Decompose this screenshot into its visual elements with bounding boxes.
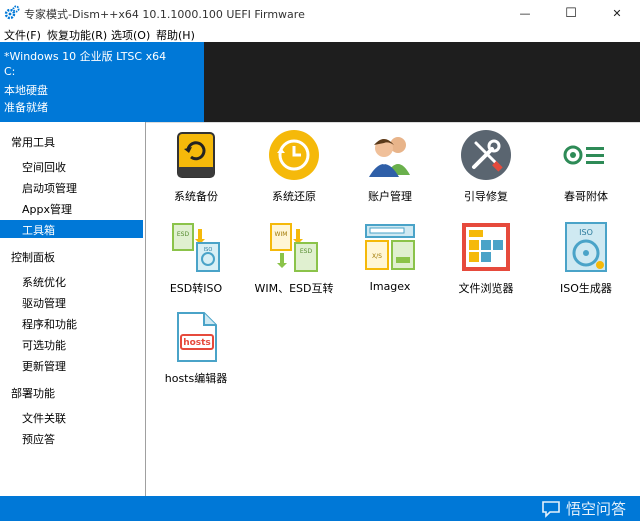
backup-drive-icon bbox=[177, 132, 215, 178]
tool-account-manager[interactable]: 账户管理 bbox=[340, 125, 440, 205]
os-name: *Windows 10 企业版 LTSC x64 bbox=[4, 50, 167, 63]
tool-system-backup[interactable]: 系统备份 bbox=[146, 125, 246, 205]
tool-system-restore[interactable]: 系统还原 bbox=[244, 125, 344, 205]
minimize-button[interactable]: — bbox=[502, 0, 548, 26]
toolbox-panel: 系统备份 系统还原 账户管理 引导修复 春哥附体 ESD ISO ESD转ISO… bbox=[146, 122, 640, 497]
sidebar-group-control-panel: 控制面板 bbox=[11, 251, 55, 264]
esd-to-iso-icon: ESD ISO bbox=[172, 223, 220, 272]
title-bar: 专家模式-Dism++x64 10.1.1000.100 UEFI Firmwa… bbox=[0, 0, 640, 26]
svg-text:ESD: ESD bbox=[177, 231, 190, 238]
menu-recovery[interactable]: 恢复功能(R) bbox=[47, 27, 107, 43]
menu-help[interactable]: 帮助(H) bbox=[156, 27, 195, 43]
sidebar-item-appx[interactable]: Appx管理 bbox=[0, 199, 143, 217]
tool-chunge-fuiti[interactable]: 春哥附体 bbox=[536, 125, 636, 205]
chat-bubble-icon bbox=[542, 500, 560, 518]
wim-esd-convert-icon: WIM ESD bbox=[270, 223, 318, 272]
sidebar-group-common-tools: 常用工具 bbox=[11, 136, 55, 149]
tool-boot-repair[interactable]: 引导修复 bbox=[436, 125, 536, 205]
tool-esd-to-iso[interactable]: ESD ISO ESD转ISO bbox=[146, 217, 246, 297]
svg-text:WIM: WIM bbox=[275, 231, 288, 238]
tools-wrench-icon bbox=[461, 130, 511, 180]
sidebar-item-space-cleanup[interactable]: 空间回收 bbox=[0, 157, 143, 175]
svg-text:X/S: X/S bbox=[372, 253, 382, 260]
watermark: 悟空问答 bbox=[541, 498, 626, 519]
restore-clock-icon bbox=[269, 130, 319, 180]
window-title: 专家模式-Dism++x64 10.1.1000.100 UEFI Firmwa… bbox=[24, 8, 305, 21]
tool-wim-esd-convert[interactable]: WIM ESD WIM、ESD互转 bbox=[244, 217, 344, 297]
sidebar-item-drivers[interactable]: 驱动管理 bbox=[0, 293, 143, 311]
menu-options[interactable]: 选项(O) bbox=[111, 27, 150, 43]
gear-icon bbox=[4, 5, 20, 20]
svg-text:ISO: ISO bbox=[204, 247, 213, 253]
hosts-file-icon: hosts bbox=[177, 312, 217, 362]
status-text: 准备就绪 bbox=[4, 101, 48, 114]
svg-text:ISO: ISO bbox=[579, 228, 593, 237]
users-icon bbox=[369, 137, 410, 177]
sidebar-item-file-assoc[interactable]: 文件关联 bbox=[0, 408, 143, 426]
sidebar-item-answer-file[interactable]: 预应答 bbox=[0, 429, 143, 447]
toggle-settings-icon bbox=[563, 145, 604, 165]
tool-iso-generator[interactable]: ISO ISO生成器 bbox=[536, 217, 636, 297]
sidebar-item-programs[interactable]: 程序和功能 bbox=[0, 314, 143, 332]
image-info-bar: *Windows 10 企业版 LTSC x64 C: 本地硬盘 准备就绪 bbox=[0, 42, 640, 122]
tool-file-browser[interactable]: 文件浏览器 bbox=[436, 217, 536, 297]
tool-hosts-editor[interactable]: hosts hosts编辑器 bbox=[146, 307, 246, 387]
drive-letter: C: bbox=[4, 65, 16, 78]
menu-file[interactable]: 文件(F) bbox=[4, 27, 41, 43]
sidebar-item-startup[interactable]: 启动项管理 bbox=[0, 178, 143, 196]
sidebar-item-updates[interactable]: 更新管理 bbox=[0, 356, 143, 374]
disk-type: 本地硬盘 bbox=[4, 84, 48, 97]
sidebar-item-system-optimize[interactable]: 系统优化 bbox=[0, 272, 143, 290]
menu-bar: 文件(F) 恢复功能(R) 选项(O) 帮助(H) bbox=[0, 26, 640, 42]
imagex-icon: X/S bbox=[365, 224, 415, 270]
sidebar-group-deploy: 部署功能 bbox=[11, 387, 55, 400]
file-browser-icon bbox=[462, 223, 510, 271]
system-selector[interactable]: *Windows 10 企业版 LTSC x64 C: 本地硬盘 准备就绪 bbox=[0, 42, 204, 122]
maximize-button[interactable]: ☐ bbox=[548, 0, 594, 26]
iso-disc-icon: ISO bbox=[565, 222, 607, 272]
sidebar-item-optional-features[interactable]: 可选功能 bbox=[0, 335, 143, 353]
sidebar-item-toolbox[interactable]: 工具箱 bbox=[0, 220, 143, 238]
status-bar: 悟空问答 bbox=[0, 496, 640, 521]
svg-text:ESD: ESD bbox=[300, 248, 313, 255]
sidebar: 常用工具 空间回收 启动项管理 Appx管理 工具箱 控制面板 系统优化 驱动管… bbox=[0, 122, 146, 496]
tool-imagex[interactable]: X/S Imagex bbox=[340, 217, 440, 297]
svg-text:hosts: hosts bbox=[183, 338, 211, 348]
close-button[interactable]: ✕ bbox=[594, 0, 640, 26]
